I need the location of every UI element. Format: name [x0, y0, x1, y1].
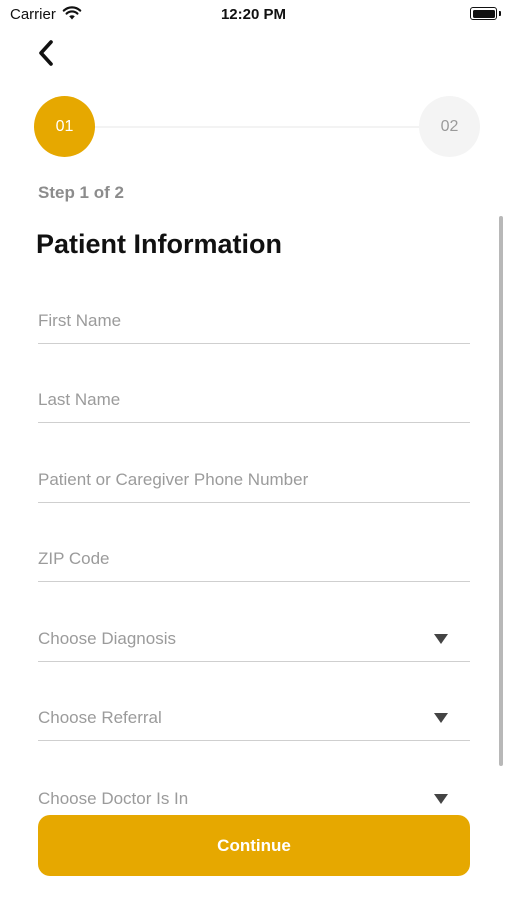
- referral-select[interactable]: Choose Referral: [38, 691, 470, 741]
- step-1-circle: 01: [34, 96, 95, 157]
- progress-stepper: 01 02: [34, 96, 480, 158]
- caret-down-icon: [434, 634, 448, 644]
- zip-code-field[interactable]: ZIP Code: [38, 532, 470, 582]
- step-2-circle: 02: [419, 96, 480, 157]
- step-indicator: Step 1 of 2: [38, 183, 124, 202]
- caret-down-icon: [434, 794, 448, 804]
- patient-info-screen: Carrier 12:20 PM 01 02 Step 1 of 2 Patie…: [0, 0, 507, 900]
- phone-number-field[interactable]: Patient or Caregiver Phone Number: [38, 453, 470, 503]
- continue-button[interactable]: Continue: [38, 815, 470, 876]
- first-name-placeholder: First Name: [38, 311, 122, 330]
- page-title: Patient Information: [36, 229, 283, 259]
- clock: 12:20 PM: [220, 6, 287, 23]
- scrollbar[interactable]: [499, 216, 503, 766]
- zip-code-placeholder: ZIP Code: [38, 549, 110, 568]
- phone-number-placeholder: Patient or Caregiver Phone Number: [38, 470, 309, 489]
- first-name-field[interactable]: First Name: [38, 294, 470, 344]
- last-name-placeholder: Last Name: [38, 390, 121, 409]
- doctor-placeholder: Choose Doctor Is In: [38, 789, 189, 808]
- back-button[interactable]: [30, 36, 62, 70]
- status-bar: Carrier 12:20 PM: [0, 0, 507, 30]
- battery-icon: [470, 7, 497, 20]
- chevron-left-icon: [39, 40, 53, 66]
- battery-tip: [499, 11, 501, 16]
- last-name-field[interactable]: Last Name: [38, 373, 470, 423]
- doctor-select[interactable]: Choose Doctor Is In: [38, 771, 470, 821]
- caret-down-icon: [434, 713, 448, 723]
- stepper-track: [94, 126, 420, 128]
- diagnosis-select[interactable]: Choose Diagnosis: [38, 612, 470, 662]
- referral-placeholder: Choose Referral: [38, 708, 162, 727]
- diagnosis-placeholder: Choose Diagnosis: [38, 629, 176, 648]
